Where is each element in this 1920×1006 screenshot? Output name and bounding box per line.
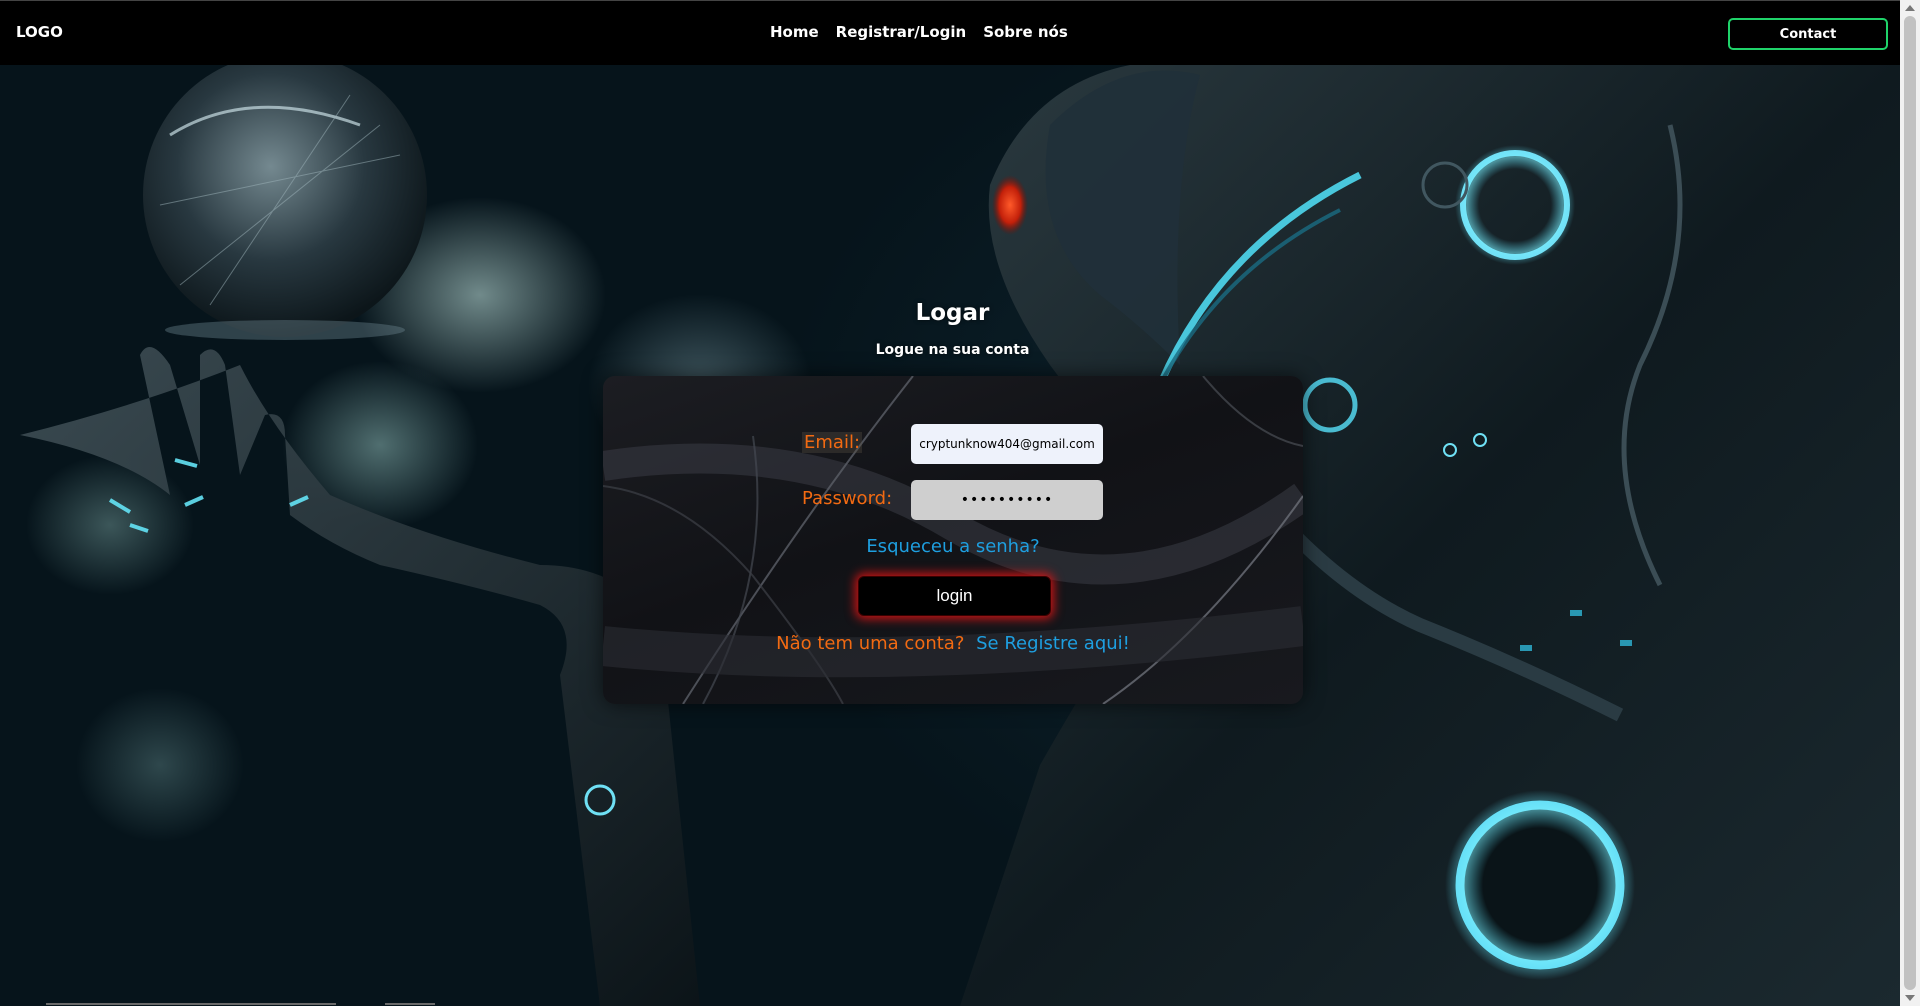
no-account-text: Não tem uma conta? bbox=[776, 633, 965, 654]
scroll-up-icon[interactable] bbox=[1905, 5, 1915, 11]
contact-button[interactable]: Contact bbox=[1728, 18, 1888, 50]
password-label: Password: bbox=[802, 488, 893, 509]
email-label: Email: bbox=[802, 432, 863, 453]
nav-link-register-login[interactable]: Registrar/Login bbox=[836, 23, 967, 41]
password-input[interactable] bbox=[911, 480, 1103, 520]
register-link[interactable]: Se Registre aqui! bbox=[976, 633, 1130, 654]
login-button[interactable]: login bbox=[858, 576, 1051, 616]
horizontal-scroll-track bbox=[46, 1003, 336, 1005]
logo[interactable]: LOGO bbox=[16, 23, 63, 41]
nav-link-about[interactable]: Sobre nós bbox=[983, 23, 1068, 41]
nav-links: Home Registrar/Login Sobre nós bbox=[770, 23, 1068, 41]
signup-row: Não tem uma conta? Se Registre aqui! bbox=[603, 633, 1303, 654]
horizontal-scroll-track-segment bbox=[385, 1003, 435, 1005]
navbar: LOGO Home Registrar/Login Sobre nós Cont… bbox=[0, 0, 1900, 65]
page-subtitle: Logue na sua conta bbox=[875, 342, 1030, 358]
page-title: Logar bbox=[915, 300, 990, 326]
scroll-down-icon[interactable] bbox=[1905, 995, 1915, 1001]
login-card: Email: Password: Esqueceu a senha? login… bbox=[603, 376, 1303, 704]
nav-link-home[interactable]: Home bbox=[770, 23, 819, 41]
email-input[interactable] bbox=[911, 424, 1103, 464]
vertical-scrollbar[interactable] bbox=[1900, 0, 1920, 1006]
scroll-thumb[interactable] bbox=[1904, 16, 1916, 990]
forgot-password-link[interactable]: Esqueceu a senha? bbox=[603, 536, 1303, 557]
